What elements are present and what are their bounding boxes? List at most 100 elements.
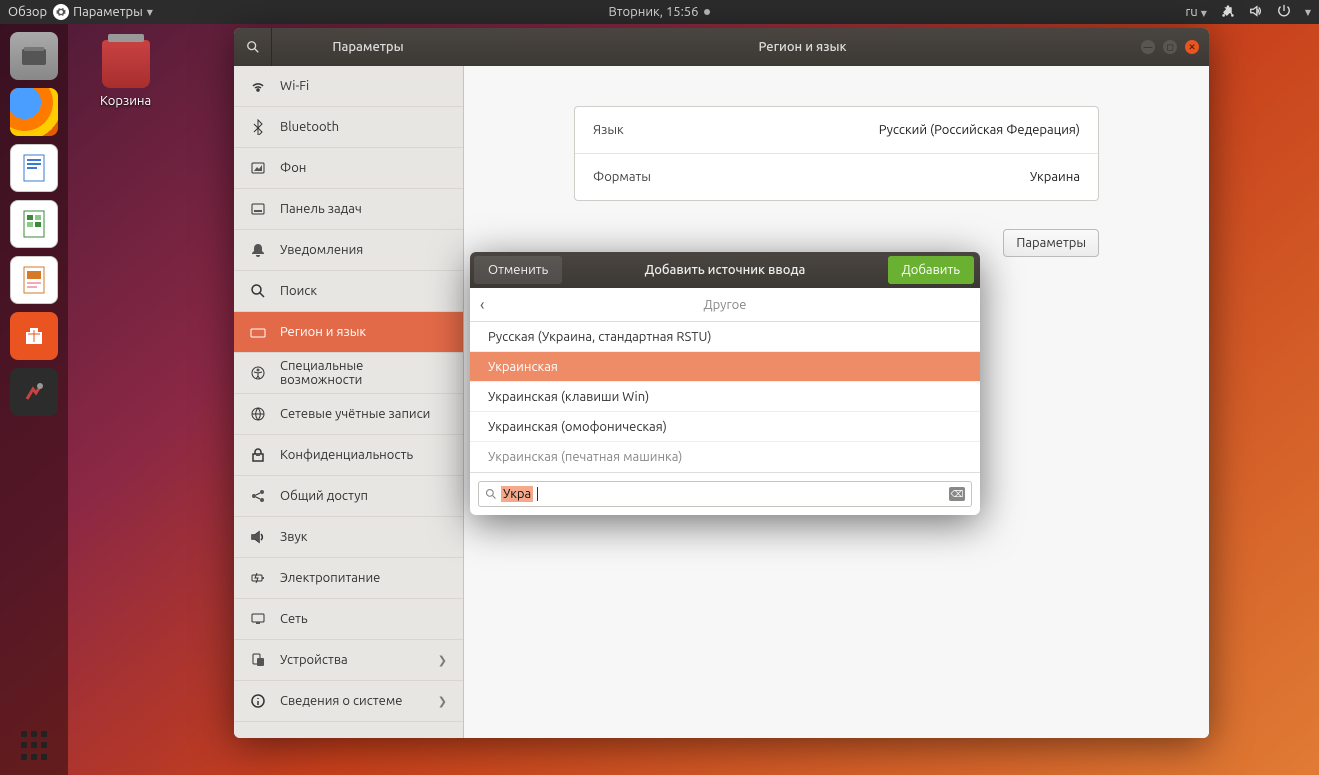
sidebar-item-label: Устройства (280, 653, 348, 667)
cancel-button[interactable]: Отменить (474, 256, 562, 284)
desktop-trash[interactable]: Корзина (100, 40, 151, 108)
sidebar-item-label: Электропитание (280, 571, 380, 585)
search-button[interactable] (234, 28, 272, 66)
launcher-writer[interactable] (10, 144, 58, 192)
about-icon (250, 693, 266, 709)
launcher-files[interactable] (10, 32, 58, 80)
sidebar-item-label: Поиск (280, 284, 317, 298)
launcher-software[interactable] (10, 312, 58, 360)
sidebar-item-universal[interactable]: Специальные возможности (234, 353, 463, 394)
launcher-settings[interactable] (10, 368, 58, 416)
gear-icon (53, 4, 69, 20)
network-icon[interactable] (1221, 4, 1235, 21)
sidebar-item-region[interactable]: Регион и язык (234, 312, 463, 353)
page-title: Регион и язык (464, 40, 1141, 54)
input-source-list: Русская (Украина, стандартная RSTU)Украи… (470, 322, 980, 472)
trash-icon (102, 40, 150, 88)
sidebar-item-label: Фон (280, 161, 306, 175)
keyboard-indicator[interactable]: ru ▼ (1185, 5, 1207, 19)
dialog-title: Добавить источник ввода (566, 263, 883, 277)
launcher-impress[interactable] (10, 256, 58, 304)
sharing-icon (250, 488, 266, 504)
background-icon (250, 160, 266, 176)
sidebar-item-label: Панель задач (280, 202, 362, 216)
sidebar-item-search[interactable]: Поиск (234, 271, 463, 312)
search-input[interactable]: Укра ⌫ (478, 481, 972, 507)
launcher-calc[interactable] (10, 200, 58, 248)
dialog-searchbar: Укра ⌫ (470, 472, 980, 515)
region-icon (250, 324, 266, 340)
sidebar-item-sound[interactable]: Звук (234, 517, 463, 558)
chevron-down-icon: ▼ (147, 8, 153, 17)
sidebar-item-wifi[interactable]: Wi-Fi (234, 66, 463, 107)
sidebar-item-label: Общий доступ (280, 489, 368, 503)
search-icon (485, 488, 497, 500)
sidebar-item-about[interactable]: Сведения о системе❯ (234, 681, 463, 722)
dot-icon (704, 9, 710, 15)
launcher-dock (0, 24, 68, 775)
bluetooth-icon (250, 119, 266, 135)
maximize-button[interactable]: ◻ (1163, 40, 1177, 54)
clock[interactable]: Вторник, 15:56 (609, 5, 711, 19)
sidebar-item-label: Звук (280, 530, 307, 544)
sidebar-item-privacy[interactable]: Конфиденциальность (234, 435, 463, 476)
minimize-button[interactable]: — (1141, 40, 1155, 54)
add-input-source-dialog: Отменить Добавить источник ввода Добавит… (470, 252, 980, 515)
formats-row[interactable]: Форматы Украина (575, 154, 1098, 200)
add-button[interactable]: Добавить (888, 256, 974, 284)
sidebar-item-label: Сеть (280, 612, 308, 626)
sidebar-item-label: Конфиденциальность (280, 448, 413, 462)
sidebar-item-dock[interactable]: Панель задач (234, 189, 463, 230)
sidebar-title: Параметры (272, 40, 464, 54)
show-applications[interactable] (19, 731, 49, 761)
back-button[interactable]: ‹ (480, 296, 485, 314)
chevron-down-icon: ▼ (1305, 8, 1311, 17)
sidebar-item-background[interactable]: Фон (234, 148, 463, 189)
sidebar-item-bluetooth[interactable]: Bluetooth (234, 107, 463, 148)
activities-button[interactable]: Обзор (8, 5, 47, 19)
sidebar-item-online[interactable]: Сетевые учётные записи (234, 394, 463, 435)
chevron-right-icon: ❯ (438, 654, 447, 667)
options-button[interactable]: Параметры (1003, 229, 1099, 257)
network-icon (250, 611, 266, 627)
settings-sidebar: Wi-Fi Bluetooth Фон Панель задач Уведомления… (234, 66, 464, 738)
sidebar-item-notifications[interactable]: Уведомления (234, 230, 463, 271)
language-card: Язык Русский (Российская Федерация) Форм… (574, 106, 1099, 201)
privacy-icon (250, 447, 266, 463)
titlebar: Параметры Регион и язык — ◻ ✕ (234, 28, 1209, 66)
sidebar-item-network[interactable]: Сеть (234, 599, 463, 640)
sidebar-item-power[interactable]: Электропитание (234, 558, 463, 599)
wifi-icon (250, 78, 266, 94)
search-icon (250, 283, 266, 299)
volume-icon[interactable] (1249, 4, 1263, 21)
dialog-breadcrumb: ‹ Другое (470, 288, 980, 322)
input-source-item[interactable]: Украинская (470, 352, 980, 382)
sidebar-item-label: Сетевые учётные записи (280, 407, 430, 421)
sidebar-item-label: Сведения о системе (280, 694, 403, 708)
sidebar-item-label: Специальные возможности (280, 359, 447, 387)
notifications-icon (250, 242, 266, 258)
sidebar-item-label: Уведомления (280, 243, 363, 257)
input-source-item[interactable]: Украинская (клавиши Win) (470, 382, 980, 412)
input-source-item[interactable]: Украинская (омофоническая) (470, 412, 980, 442)
launcher-firefox[interactable] (10, 88, 58, 136)
top-bar: Обзор Параметры ▼ Вторник, 15:56 ru ▼ ▼ (0, 0, 1319, 24)
sound-icon (250, 529, 266, 545)
sidebar-item-label: Bluetooth (280, 120, 339, 134)
universal-icon (250, 365, 266, 381)
devices-icon (250, 652, 266, 668)
input-source-item[interactable]: Украинская (печатная машинка) (470, 442, 980, 472)
app-menu[interactable]: Параметры ▼ (53, 4, 153, 20)
power-icon[interactable] (1277, 4, 1291, 21)
close-button[interactable]: ✕ (1185, 40, 1199, 54)
language-row[interactable]: Язык Русский (Российская Федерация) (575, 107, 1098, 154)
dialog-header: Отменить Добавить источник ввода Добавит… (470, 252, 980, 288)
app-menu-label: Параметры (73, 5, 143, 19)
sidebar-item-label: Wi-Fi (280, 79, 309, 93)
clear-icon[interactable]: ⌫ (949, 487, 965, 501)
input-source-item[interactable]: Русская (Украина, стандартная RSTU) (470, 322, 980, 352)
sidebar-item-devices[interactable]: Устройства ❯ (234, 640, 463, 681)
sidebar-item-sharing[interactable]: Общий доступ (234, 476, 463, 517)
online-icon (250, 406, 266, 422)
dock-icon (250, 201, 266, 217)
